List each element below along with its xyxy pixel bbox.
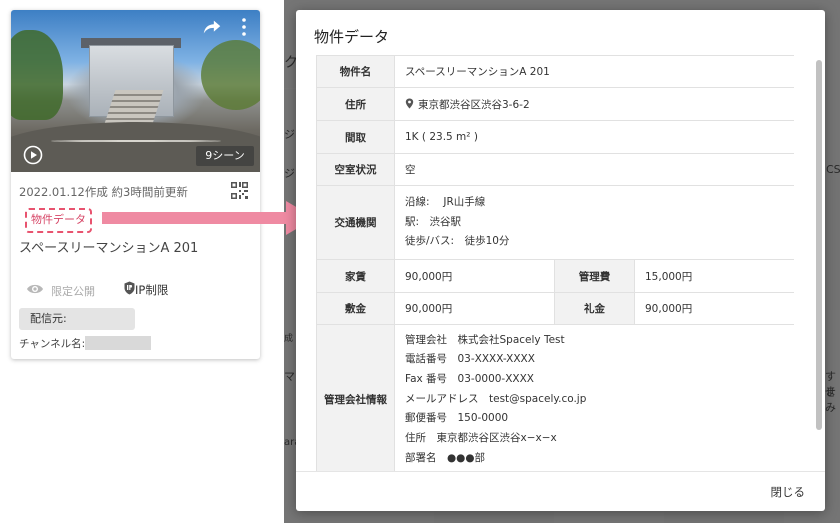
table-row: 空室状況 空 xyxy=(316,153,794,186)
row-label: 交通機関 xyxy=(316,185,395,260)
property-table-scroll[interactable]: 物件名 スペースリーマンションA 201 住所 東京都渋谷区渋谷3-6-2 間取… xyxy=(316,55,794,471)
background-text: 成 xyxy=(284,334,294,344)
eye-icon xyxy=(27,284,43,294)
row-label: 住所 xyxy=(316,87,395,121)
row-label: 管理費 xyxy=(554,259,635,293)
property-data-modal: 物件データ 物件名 スペースリーマンションA 201 住所 東京都渋谷区渋谷3-… xyxy=(296,10,825,511)
row-label: 間取 xyxy=(316,120,395,154)
company-email: メールアドレス test@spacely.co.jp xyxy=(405,392,587,405)
address-cell: 東京都渋谷区渋谷3-6-2 xyxy=(394,87,794,121)
company-address: 住所 東京都渋谷区渋谷x−x−x xyxy=(405,432,557,445)
layout-value: 1K ( 23.5 m² ) xyxy=(394,120,794,154)
table-row: 交通機関 沿線: JR山手線 駅: 渋谷駅 徒歩/バス: 徒歩10分 xyxy=(316,185,794,260)
visibility-label: 限定公開 xyxy=(51,285,95,298)
company-cell: 管理会社 株式会社Spacely Test 電話番号 03-XXXX-XXXX … xyxy=(394,324,794,471)
table-row: 家賃 90,000円 管理費 15,000円 xyxy=(316,259,794,293)
property-data-button[interactable]: 物件データ xyxy=(25,208,92,233)
channel-label: チャンネル名: xyxy=(19,338,86,350)
background-text: まみ xyxy=(825,385,836,414)
table-row: 住所 東京都渋谷区渋谷3-6-2 xyxy=(316,87,794,121)
qr-code-icon[interactable] xyxy=(231,182,248,199)
company-department: 部署名 ●●●部 xyxy=(405,451,485,464)
transport-cell: 沿線: JR山手線 駅: 渋谷駅 徒歩/バス: 徒歩10分 xyxy=(394,185,794,260)
thumbnail-tree xyxy=(11,30,63,120)
thumbnail-road-line xyxy=(51,140,221,142)
key-money-value: 90,000円 xyxy=(634,292,794,325)
background-thumbnail xyxy=(825,180,840,310)
vacancy-value: 空 xyxy=(394,153,794,186)
modal-scrollbar[interactable] xyxy=(816,60,822,430)
address-value: 東京都渋谷区渋谷3-6-2 xyxy=(418,98,530,111)
card-meta-text: 2022.01.12作成 約3時間前更新 xyxy=(19,185,188,199)
distributor-field: 配信元: xyxy=(19,308,135,330)
company-phone: 電話番号 03-XXXX-XXXX xyxy=(405,353,535,366)
company-postal-code: 郵便番号 150-0000 xyxy=(405,412,509,425)
row-label: 物件名 xyxy=(316,55,395,88)
play-icon[interactable] xyxy=(23,145,43,165)
deposit-value: 90,000円 xyxy=(394,292,555,325)
row-label: 管理会社情報 xyxy=(316,324,395,471)
close-button[interactable]: 閉じる xyxy=(771,484,806,500)
background-text: CS xyxy=(826,163,840,176)
location-pin-icon xyxy=(405,98,414,108)
ip-lock-icon xyxy=(124,281,135,295)
table-row: 敷金 90,000円 礼金 90,000円 xyxy=(316,292,794,325)
row-label: 家賃 xyxy=(316,259,395,293)
transport-walk: 徒歩/バス: 徒歩10分 xyxy=(405,235,510,248)
company-name: 管理会社 株式会社Spacely Test xyxy=(405,333,565,346)
scene-count-badge: 9シーン xyxy=(196,146,254,166)
transport-line: 沿線: JR山手線 xyxy=(405,195,486,208)
rent-value: 90,000円 xyxy=(394,259,555,293)
thumbnail-tree xyxy=(201,40,260,110)
more-vert-icon[interactable] xyxy=(239,17,249,37)
transport-station: 駅: 渋谷駅 xyxy=(405,215,462,228)
share-icon[interactable] xyxy=(201,16,223,38)
table-row: 管理会社情報 管理会社 株式会社Spacely Test 電話番号 03-XXX… xyxy=(316,324,794,471)
row-label: 礼金 xyxy=(554,292,635,325)
card-title: スペースリーマンションA 201 xyxy=(19,241,199,256)
background-thumbnail xyxy=(284,230,296,310)
company-fax: Fax 番号 03-0000-XXXX xyxy=(405,372,534,385)
property-name-value: スペースリーマンションA 201 xyxy=(394,55,794,88)
table-row: 間取 1K ( 23.5 m² ) xyxy=(316,120,794,154)
table-row: 物件名 スペースリーマンションA 201 xyxy=(316,55,794,88)
row-label: 敷金 xyxy=(316,292,395,325)
channel-name-redacted xyxy=(85,336,151,350)
tour-card[interactable]: 9シーン 2022.01.12作成 約3時間前更新 物件データ スペースリーマン… xyxy=(11,10,260,359)
row-label: 空室状況 xyxy=(316,153,395,186)
annotation-arrow xyxy=(102,212,292,224)
tour-thumbnail[interactable]: 9シーン xyxy=(11,10,260,172)
property-table: 物件名 スペースリーマンションA 201 住所 東京都渋谷区渋谷3-6-2 間取… xyxy=(316,55,794,471)
ip-restriction-label: IP制限 xyxy=(135,283,169,297)
background-text: マ xyxy=(284,370,295,383)
management-fee-value: 15,000円 xyxy=(634,259,794,293)
modal-title: 物件データ xyxy=(314,28,390,46)
modal-footer: 閉じる xyxy=(296,471,825,511)
